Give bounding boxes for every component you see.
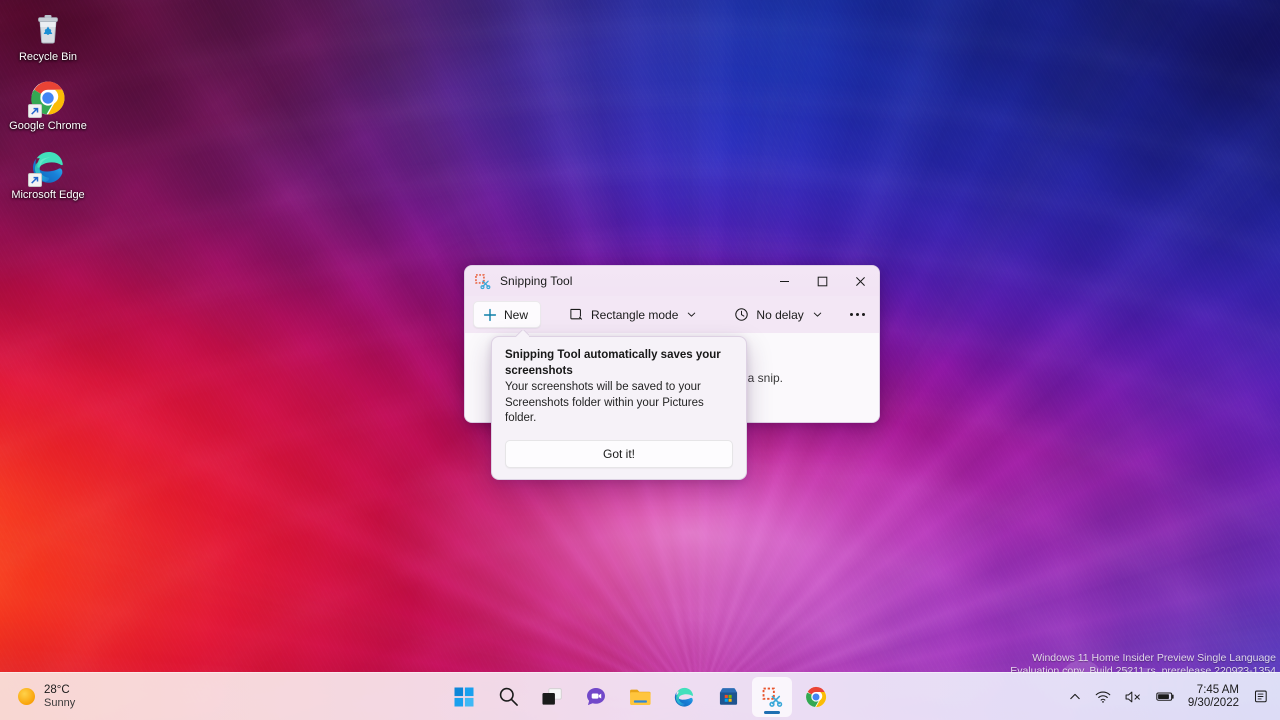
windows-logo-icon [454,687,474,707]
chevron-down-icon [687,310,696,319]
plus-icon [483,308,497,322]
desktop-icon-microsoft-edge[interactable]: Microsoft Edge [0,144,96,205]
teaching-callout: Snipping Tool automatically saves your s… [491,336,747,480]
clock-icon [734,307,749,322]
clock-date: 9/30/2022 [1188,697,1239,710]
chat-icon [585,686,607,708]
maximize-icon [817,276,828,287]
snip-mode-label: Rectangle mode [591,308,678,322]
snipping-tool-icon [474,273,491,290]
weather-temperature: 28°C [44,684,75,697]
battery-icon [1156,690,1175,703]
microsoft-edge-icon [29,148,67,186]
desktop[interactable]: Recycle Bin Google Ch [0,0,1280,720]
snip-delay-dropdown[interactable]: No delay [724,301,831,328]
microsoft-edge-icon [673,686,695,708]
file-explorer-button[interactable] [620,677,660,717]
minimize-button[interactable] [765,266,803,296]
notification-icon [1254,689,1269,704]
chat-button[interactable] [576,677,616,717]
edge-button[interactable] [664,677,704,717]
chrome-button[interactable] [796,677,836,717]
task-view-button[interactable] [532,677,572,717]
desktop-icon-recycle-bin[interactable]: Recycle Bin [0,6,96,67]
taskbar: 28°C Sunny [0,672,1280,720]
taskbar-app-list [444,677,836,717]
weather-text: 28°C Sunny [44,684,75,710]
got-it-button[interactable]: Got it! [505,440,733,468]
ellipsis-icon [850,313,865,316]
window-controls [765,266,879,296]
show-hidden-icons-button[interactable] [1062,677,1088,717]
task-view-icon [541,687,563,707]
wifi-icon [1095,690,1111,704]
chevron-down-icon [813,310,822,319]
snip-delay-label: No delay [756,308,803,322]
clock-time: 7:45 AM [1188,684,1239,697]
shortcut-overlay-icon [28,173,42,187]
sun-icon [18,688,35,705]
snipping-tool-toolbar: New Rectangle mode No dela [465,296,879,333]
new-snip-button[interactable]: New [473,301,541,328]
rectangle-snip-icon [569,307,584,322]
speaker-muted-icon [1125,690,1142,704]
desktop-icon-google-chrome[interactable]: Google Chrome [0,75,96,136]
search-button[interactable] [488,677,528,717]
start-button[interactable] [444,677,484,717]
weather-widget[interactable]: 28°C Sunny [10,680,83,714]
search-icon [498,686,519,707]
desktop-icon-label: Recycle Bin [19,51,77,64]
microsoft-store-button[interactable] [708,677,748,717]
snipping-tool-titlebar[interactable]: Snipping Tool [465,266,879,296]
callout-body: Your screenshots will be saved to your S… [505,380,733,427]
google-chrome-icon [805,686,827,708]
chevron-up-icon [1069,691,1081,703]
recycle-bin-icon [29,10,67,48]
system-tray: 7:45 AM 9/30/2022 [1062,677,1276,717]
snipping-tool-icon [761,686,783,708]
clock-button[interactable]: 7:45 AM 9/30/2022 [1182,677,1247,717]
close-button[interactable] [841,266,879,296]
microsoft-store-icon [718,686,739,707]
maximize-button[interactable] [803,266,841,296]
desktop-icon-label: Google Chrome [9,120,87,133]
callout-beak [516,330,529,337]
weather-condition: Sunny [44,697,75,710]
minimize-icon [779,276,790,287]
snipping-tool-button[interactable] [752,677,792,717]
see-more-button[interactable] [841,301,873,328]
google-chrome-icon [29,79,67,117]
desktop-icon-list: Recycle Bin Google Ch [0,6,96,205]
new-snip-label: New [504,308,528,322]
notifications-button[interactable] [1247,677,1276,717]
network-button[interactable] [1088,677,1118,717]
volume-button[interactable] [1118,677,1149,717]
callout-title: Snipping Tool automatically saves your s… [505,348,733,379]
snip-mode-dropdown[interactable]: Rectangle mode [559,301,706,328]
shortcut-overlay-icon [28,104,42,118]
close-icon [855,276,866,287]
battery-button[interactable] [1149,677,1182,717]
desktop-icon-label: Microsoft Edge [11,189,84,202]
window-title: Snipping Tool [500,274,765,288]
folder-icon [629,687,652,707]
